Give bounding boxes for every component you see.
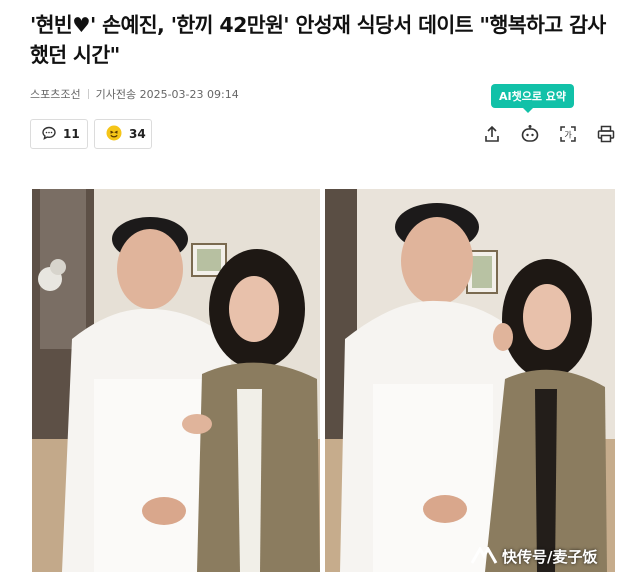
svg-text:가: 가 <box>564 131 572 140</box>
reaction-button[interactable]: 34 <box>94 119 152 149</box>
watermark: 快传号/麦子饭 <box>470 543 597 569</box>
emoji-icon <box>105 124 123 145</box>
reaction-count: 34 <box>129 127 146 141</box>
chatbot-button[interactable] <box>517 121 543 147</box>
translate-icon: 가 <box>560 126 576 142</box>
watermark-text: 快传号/麦子饭 <box>502 547 598 566</box>
ai-summary-label: AI챗으로 요약 <box>499 90 567 103</box>
print-icon <box>597 125 615 143</box>
meta-divider <box>87 89 89 99</box>
print-button[interactable] <box>593 121 619 147</box>
chatbot-icon <box>521 125 539 142</box>
article-photo-left <box>32 189 320 572</box>
article-photo-right <box>325 189 615 572</box>
watermark-logo-icon <box>470 547 498 564</box>
comment-button[interactable]: 11 <box>30 119 88 149</box>
ai-summary-button[interactable]: AI챗으로 요약 <box>491 84 575 113</box>
article-meta: 스포츠조선 기사전송 2025-03-23 09:14 <box>30 86 239 102</box>
share-icon <box>485 125 499 142</box>
comment-icon <box>41 125 57 144</box>
article-timestamp: 기사전송 2025-03-23 09:14 <box>95 88 239 101</box>
share-button[interactable] <box>479 121 505 147</box>
article-headline: '현빈♥' 손예진, '한끼 42만원' 안성재 식당서 데이트 "행복하고 감… <box>30 13 606 67</box>
comment-count: 11 <box>63 127 80 141</box>
article-source[interactable]: 스포츠조선 <box>30 86 81 102</box>
translate-button[interactable]: 가 <box>555 121 581 147</box>
